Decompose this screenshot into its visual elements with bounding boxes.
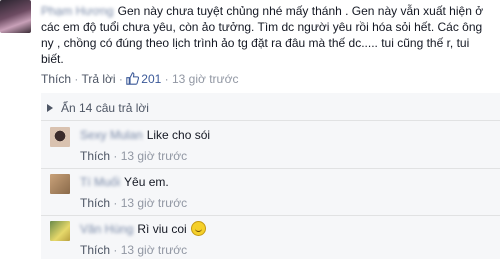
separator-dot: · (118, 72, 123, 86)
reply-actions: Thích · 13 giờ trước (80, 148, 187, 164)
like-link[interactable]: Thích (80, 149, 110, 163)
reply-text: Like cho sói (146, 128, 211, 142)
reply-author-link[interactable]: Văn Hùng (80, 221, 133, 237)
comment-thread: Phạm Hương Gen này chưa tuyệt chủng nhé m… (0, 0, 500, 259)
reply-author-link[interactable]: Tí Muối (80, 174, 120, 190)
avatar[interactable] (0, 0, 31, 33)
main-comment-actions: Thích · Trả lời · 201 · 13 giờ trước (41, 71, 238, 87)
avatar[interactable] (50, 127, 70, 147)
hide-replies-link[interactable]: Ẩn 14 câu trả lời (47, 99, 149, 117)
avatar[interactable] (50, 221, 70, 241)
caret-right-icon (47, 104, 53, 112)
reply-body: Sexy Mulan Like cho sói (80, 127, 210, 143)
divider (41, 168, 500, 169)
like-count-button[interactable]: 201 (126, 72, 164, 86)
like-count: 201 (141, 72, 162, 86)
reply-author-link[interactable]: Sexy Mulan (80, 127, 143, 143)
reply-actions: Thích · 13 giờ trước (80, 195, 187, 211)
like-link[interactable]: Thích (41, 72, 71, 86)
separator-dot: · (113, 196, 118, 210)
separator-dot: · (113, 243, 118, 257)
hide-replies-label: Ẩn 14 câu trả lời (61, 101, 149, 115)
timestamp[interactable]: 13 giờ trước (121, 149, 187, 163)
reply-text: Rì viu coi (137, 222, 187, 236)
timestamp[interactable]: 13 giờ trước (172, 72, 238, 86)
reply-actions: Thích · 13 giờ trước (80, 242, 187, 258)
reply-link[interactable]: Trả lời (81, 72, 115, 86)
timestamp[interactable]: 13 giờ trước (121, 243, 187, 257)
reply-body: Tí Muối Yêu em. (80, 174, 169, 190)
separator-dot: · (113, 149, 118, 163)
comment-author-link[interactable]: Phạm Hương (41, 3, 114, 19)
reply-text: Yêu em. (124, 175, 169, 189)
divider (41, 120, 500, 121)
separator-dot: · (164, 72, 169, 86)
reply-body: Văn Hùng Rì viu coi (80, 221, 206, 237)
separator-dot: · (74, 72, 79, 86)
like-link[interactable]: Thích (80, 196, 110, 210)
main-comment-body: Phạm Hương Gen này chưa tuyệt chủng nhé m… (41, 3, 491, 67)
grin-emoji-icon (190, 221, 206, 236)
divider (41, 215, 500, 216)
like-link[interactable]: Thích (80, 243, 110, 257)
thumbs-up-icon (126, 72, 140, 85)
avatar[interactable] (50, 174, 70, 194)
timestamp[interactable]: 13 giờ trước (121, 196, 187, 210)
